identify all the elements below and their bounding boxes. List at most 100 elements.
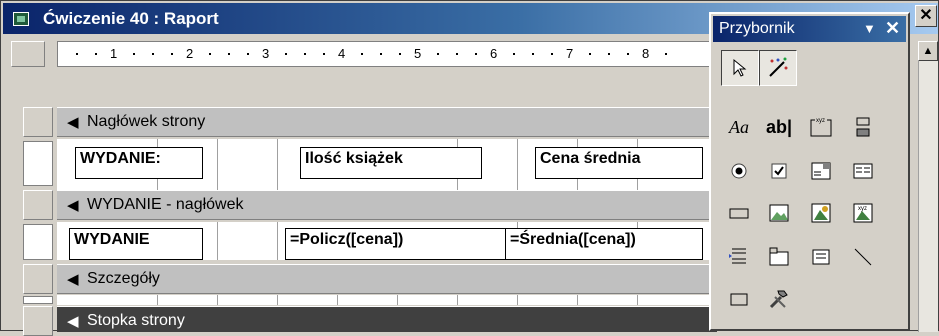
section-bar-detail[interactable]: ◀ Szczegóły bbox=[57, 264, 717, 294]
list-box-icon bbox=[853, 163, 873, 179]
section-bar-group-header[interactable]: ◀ WYDANIE - nagłówek bbox=[57, 190, 717, 220]
rectangle-icon bbox=[730, 293, 748, 306]
section-selector-page-footer[interactable] bbox=[23, 306, 53, 336]
report-selector[interactable] bbox=[11, 41, 45, 67]
text-box-tool[interactable]: ab| bbox=[761, 110, 797, 144]
ruler-tick bbox=[589, 53, 591, 55]
label-ilosc-ksiazek[interactable]: Ilość książek bbox=[300, 147, 482, 179]
ruler-tick bbox=[437, 53, 439, 55]
section-bar-page-header[interactable]: ◀ Nagłówek strony bbox=[57, 107, 717, 137]
label-tool[interactable]: Aa bbox=[721, 110, 757, 144]
section-selector-group-header[interactable] bbox=[23, 190, 53, 220]
tab-control-tool[interactable] bbox=[761, 240, 797, 274]
line-tool[interactable] bbox=[845, 240, 881, 274]
ruler-tick bbox=[285, 53, 287, 55]
section-arrow-icon: ◀ bbox=[67, 313, 79, 330]
section-label: WYDANIE - nagłówek bbox=[87, 196, 244, 213]
command-button-tool[interactable] bbox=[721, 196, 757, 230]
textbox-policz-cena[interactable]: =Policz([cena]) bbox=[285, 228, 509, 260]
rectangle-tool[interactable] bbox=[721, 282, 757, 316]
detail-section[interactable] bbox=[57, 295, 717, 305]
ruler-tick bbox=[228, 53, 230, 55]
ruler-number: 4 bbox=[338, 46, 346, 61]
vertical-scrollbar[interactable] bbox=[918, 41, 938, 332]
ruler-tick bbox=[456, 53, 458, 55]
vertical-ruler-detail bbox=[23, 296, 53, 304]
window-title: Ćwiczenie 40 : Raport bbox=[43, 9, 219, 28]
combo-box-tool[interactable] bbox=[803, 154, 839, 188]
page-break-tool[interactable] bbox=[721, 240, 757, 274]
ruler-number: 3 bbox=[262, 46, 270, 61]
ruler-number: 8 bbox=[642, 46, 650, 61]
label-aa-icon: Aa bbox=[729, 116, 749, 137]
textbox-wydanie[interactable]: WYDANIE bbox=[69, 228, 203, 260]
ruler-tick bbox=[133, 53, 135, 55]
label-cena-srednia[interactable]: Cena średnia bbox=[535, 147, 703, 179]
section-arrow-icon: ◀ bbox=[67, 271, 79, 288]
combo-box-icon bbox=[811, 162, 831, 180]
report-design-area: ◀ Nagłówek strony WYDANIE: Ilość książek… bbox=[57, 69, 717, 332]
tab-control-icon bbox=[769, 247, 789, 266]
toolbox-titlebar[interactable]: Przybornik ▼ ✕ bbox=[713, 16, 906, 42]
vertical-ruler-page-header bbox=[23, 141, 53, 186]
unbound-object-frame-tool[interactable] bbox=[803, 196, 839, 230]
pointer-arrow-icon bbox=[733, 58, 747, 77]
ruler-tick bbox=[380, 53, 382, 55]
section-label: Nagłówek strony bbox=[87, 113, 206, 130]
ruler-tick bbox=[247, 53, 249, 55]
ruler-tick bbox=[399, 53, 401, 55]
checkbox-icon bbox=[771, 163, 787, 179]
bound-object-frame-tool[interactable]: xyz bbox=[845, 196, 881, 230]
control-wizards-tool[interactable] bbox=[759, 50, 797, 86]
ruler-number: 7 bbox=[566, 46, 574, 61]
window-close-button[interactable]: ✕ bbox=[915, 5, 937, 27]
ruler-tick bbox=[665, 53, 667, 55]
toolbox-palette[interactable]: Przybornik ▼ ✕ Aa ab| xyz xyz bbox=[709, 12, 910, 331]
textbox-srednia-cena[interactable]: =Średnia([cena]) bbox=[505, 228, 703, 260]
bound-object-icon: xyz bbox=[853, 203, 873, 223]
option-group-icon: xyz bbox=[810, 117, 832, 137]
horizontal-ruler[interactable]: 1 2 3 4 5 6 7 8 bbox=[57, 41, 717, 67]
ruler-tick bbox=[95, 53, 97, 55]
toolbox-close-icon[interactable]: ✕ bbox=[885, 18, 900, 39]
section-selector-detail[interactable] bbox=[23, 264, 53, 294]
svg-text:xyz: xyz bbox=[858, 206, 867, 212]
ruler-number: 1 bbox=[110, 46, 118, 61]
ruler-tick bbox=[304, 53, 306, 55]
ruler-tick bbox=[323, 53, 325, 55]
toggle-button-tool[interactable] bbox=[845, 110, 881, 144]
ruler-tick bbox=[171, 53, 173, 55]
ruler-tick bbox=[361, 53, 363, 55]
toolbox-title: Przybornik bbox=[719, 20, 795, 37]
subform-subreport-tool[interactable] bbox=[803, 240, 839, 274]
ruler-tick bbox=[209, 53, 211, 55]
option-button-tool[interactable] bbox=[721, 154, 757, 188]
textbox-ab-icon: ab| bbox=[765, 116, 793, 137]
section-bar-page-footer[interactable]: ◀ Stopka strony bbox=[57, 306, 717, 332]
list-box-tool[interactable] bbox=[845, 154, 881, 188]
page-header-section[interactable]: WYDANIE: Ilość książek Cena średnia bbox=[57, 139, 717, 191]
label-wydanie[interactable]: WYDANIE: bbox=[75, 147, 203, 179]
group-header-section[interactable]: WYDANIE =Policz([cena]) =Średnia([cena]) bbox=[57, 222, 717, 260]
image-tool[interactable] bbox=[761, 196, 797, 230]
select-objects-tool[interactable] bbox=[721, 50, 759, 86]
unbound-object-icon bbox=[811, 203, 831, 223]
ruler-tick bbox=[532, 53, 534, 55]
report-icon bbox=[13, 12, 29, 26]
line-icon bbox=[854, 248, 872, 266]
radio-button-icon bbox=[731, 163, 747, 179]
ruler-tick bbox=[475, 53, 477, 55]
ruler-tick bbox=[76, 53, 78, 55]
option-group-tool[interactable]: xyz bbox=[803, 110, 839, 144]
scroll-up-button[interactable]: ▲ bbox=[918, 41, 938, 61]
section-arrow-icon: ◀ bbox=[67, 114, 79, 131]
section-selector-page-header[interactable] bbox=[23, 107, 53, 137]
ruler-tick bbox=[627, 53, 629, 55]
ruler-number: 6 bbox=[490, 46, 498, 61]
toolbox-menu-icon[interactable]: ▼ bbox=[863, 21, 876, 36]
ruler-tick bbox=[152, 53, 154, 55]
more-controls-tool[interactable] bbox=[761, 282, 797, 316]
check-box-tool[interactable] bbox=[761, 154, 797, 188]
subform-icon bbox=[812, 249, 830, 265]
ruler-tick bbox=[513, 53, 515, 55]
